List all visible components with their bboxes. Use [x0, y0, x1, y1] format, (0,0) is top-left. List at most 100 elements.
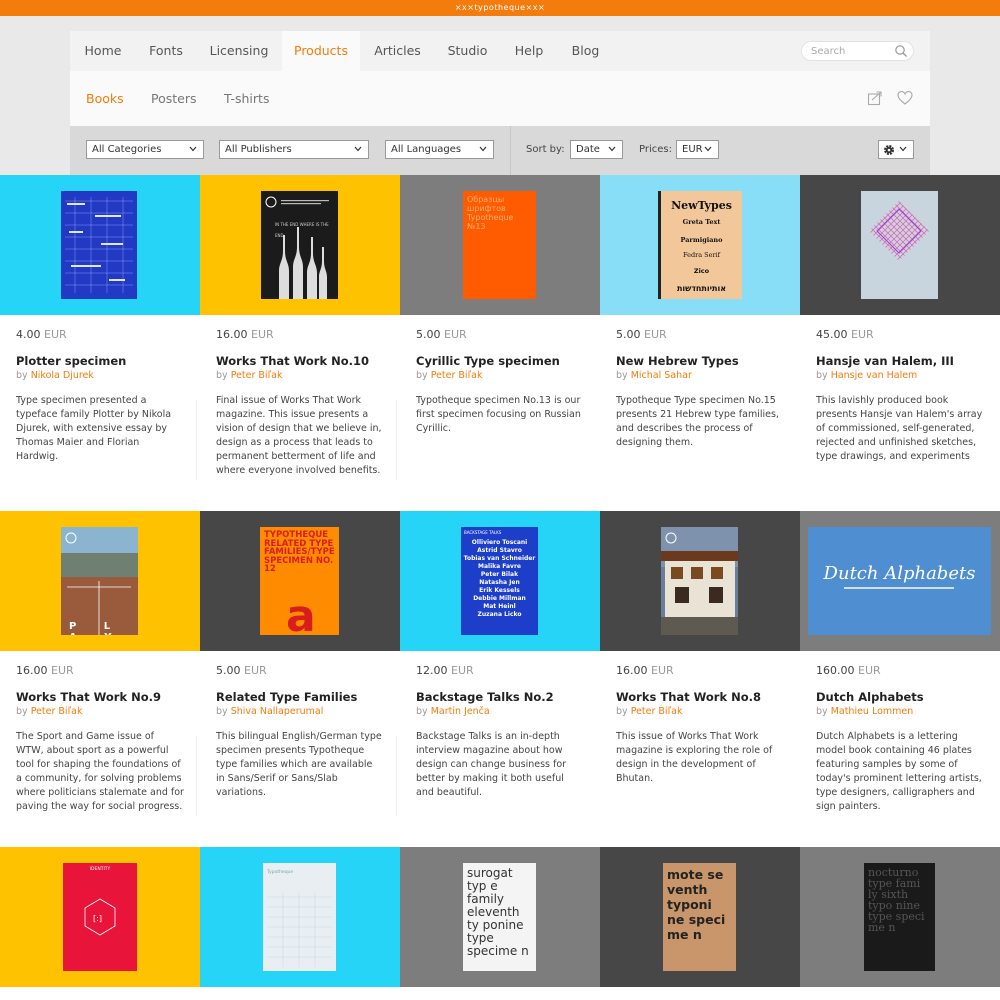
product-title[interactable]: Backstage Talks No.2	[416, 690, 584, 704]
nav-licensing[interactable]: Licensing	[196, 31, 282, 71]
book-cover: BACKSTAGE TALKS Olliviero Toscani Astrid…	[461, 527, 538, 635]
product-info: 45.00 EUR Hansje van Halem, III by Hansj…	[800, 328, 1000, 464]
publisher-select[interactable]: All Publishers	[219, 140, 369, 159]
product-title[interactable]: Works That Work No.8	[616, 690, 784, 704]
subnav-tshirts[interactable]: T-shirts	[224, 71, 269, 126]
product-image[interactable]: IN THE END WHERE IS THE END	[200, 175, 400, 315]
price: 16.00 EUR	[16, 664, 74, 677]
price: 160.00 EUR	[816, 664, 881, 677]
cover-names: Olliviero Toscani Astrid Stavro Tobias v…	[463, 539, 536, 618]
product-description: Dutch Alphabets is a lettering model boo…	[816, 731, 982, 812]
column-separator	[196, 400, 197, 480]
cover-title: IN THE END WHERE IS THE END	[275, 222, 329, 238]
product-title[interactable]: Hansje van Halem, III	[816, 354, 984, 368]
cover-title: Dutch Alphabets	[823, 563, 976, 584]
brand-bar[interactable]: ×x×typotheque×x×	[0, 0, 1000, 16]
cover-line: Parmigiano	[680, 236, 723, 244]
cover-line: Fedra Serif	[682, 251, 721, 259]
author-link[interactable]: Nikola Djurek	[31, 370, 94, 381]
book-cover: surogat typ e family eleventh ty ponine …	[463, 863, 536, 971]
author-link[interactable]: Mathieu Lommen	[831, 706, 914, 717]
product-image[interactable]	[600, 511, 800, 651]
byline: by Martin Jenča	[416, 706, 490, 717]
nav-blog[interactable]: Blog	[558, 31, 613, 71]
chevron-down-icon	[189, 146, 197, 152]
product-image[interactable]: Образцы шрифтов Typotheque №13	[400, 175, 600, 315]
chevron-down-icon	[479, 146, 487, 152]
product-image[interactable]: BACKSTAGE TALKS Olliviero Toscani Astrid…	[400, 511, 600, 651]
product-info: 16.00 EUR Works That Work No.10 by Peter…	[200, 328, 400, 478]
subnav-books[interactable]: Books	[86, 71, 124, 126]
product-image[interactable]: IDENTITY [:]	[0, 847, 200, 987]
nav-fonts[interactable]: Fonts	[136, 31, 196, 71]
nav-home[interactable]: Home	[70, 31, 136, 71]
product-image[interactable]: P L A Y	[0, 511, 200, 651]
product-description: Type specimen presented a typeface famil…	[16, 395, 172, 462]
nav-help[interactable]: Help	[500, 31, 558, 71]
nav-studio[interactable]: Studio	[435, 31, 500, 71]
author-link[interactable]: Peter Biľak	[431, 370, 483, 381]
product-image[interactable]: surogat typ e family eleventh ty ponine …	[400, 847, 600, 987]
author-link[interactable]: Peter Biľak	[631, 706, 683, 717]
brand-logo[interactable]: ×x×typotheque×x×	[455, 3, 545, 12]
product-description: This lavishly produced book presents Han…	[816, 395, 983, 462]
sport-court-photo	[61, 527, 138, 635]
product-image[interactable]: TYPOTHEQUE RELATED TYPE FAMILIES/TYPE SP…	[200, 511, 400, 651]
svg-text:a: a	[286, 591, 316, 635]
product-image[interactable]: mote se venth typoni ne speci me n	[600, 847, 800, 987]
product-image[interactable]: nocturno type fami ly sixth typo nine ty…	[800, 847, 1000, 987]
letter-a-graphic: a	[286, 591, 316, 635]
product-info: 12.00 EUR Backstage Talks No.2 by Martin…	[400, 664, 600, 800]
product-image[interactable]	[0, 175, 200, 315]
category-select[interactable]: All Categories	[86, 140, 204, 159]
heart-icon[interactable]	[897, 90, 913, 106]
product-title[interactable]: Plotter specimen	[16, 354, 184, 368]
product-description: This bilingual English/German type speci…	[216, 731, 382, 798]
product-title[interactable]: Dutch Alphabets	[816, 690, 984, 704]
sub-nav: Books Posters T-shirts	[70, 71, 930, 126]
search-box	[801, 41, 914, 61]
author-link[interactable]: Shiva Nallaperumal	[231, 706, 324, 717]
book-cover: NewTypes Greta Text Parmigiano Fedra Ser…	[658, 191, 742, 299]
product-image[interactable]: Typotheque	[200, 847, 400, 987]
share-icon[interactable]	[867, 90, 883, 106]
product-title[interactable]: Works That Work No.9	[16, 690, 184, 704]
subnav-posters[interactable]: Posters	[151, 71, 197, 126]
author-link[interactable]: Peter Biľak	[31, 706, 83, 717]
book-cover	[661, 527, 738, 635]
product-description: This issue of Works That Work magazine i…	[616, 731, 773, 784]
price: 16.00 EUR	[216, 328, 274, 341]
byline: by Michal Sahar	[616, 370, 692, 381]
author-link[interactable]: Peter Biľak	[231, 370, 283, 381]
sort-select[interactable]: Date	[570, 140, 623, 159]
author-link[interactable]: Michal Sahar	[631, 370, 692, 381]
product-description: Typotheque Type specimen No.15 presents …	[616, 395, 779, 448]
product-title[interactable]: Works That Work No.10	[216, 354, 384, 368]
product-image[interactable]: Dutch Alphabets	[800, 511, 1000, 651]
search-icon[interactable]	[894, 44, 908, 58]
currency-select[interactable]: EUR	[676, 140, 719, 159]
bottles-photo	[265, 196, 329, 299]
author-link[interactable]: Hansje van Halem	[831, 370, 918, 381]
product-title[interactable]: New Hebrew Types	[616, 354, 784, 368]
sort-value: Date	[576, 144, 600, 155]
product-description: The Sport and Game issue of WTW, about s…	[16, 731, 184, 812]
search-input[interactable]	[811, 44, 891, 58]
product-image[interactable]: NewTypes Greta Text Parmigiano Fedra Ser…	[600, 175, 800, 315]
product-title[interactable]: Cyrillic Type specimen	[416, 354, 584, 368]
book-cover: Образцы шрифтов Typotheque №13	[463, 191, 536, 299]
product-info: 16.00 EUR Works That Work No.8 by Peter …	[600, 664, 800, 786]
product-title[interactable]: Related Type Families	[216, 690, 384, 704]
filter-divider	[510, 126, 511, 175]
cover-line: Greta Text	[682, 218, 721, 226]
book-cover	[861, 191, 938, 299]
byline: by Shiva Nallaperumal	[216, 706, 324, 717]
settings-select[interactable]	[878, 140, 914, 159]
chevron-down-icon	[704, 146, 712, 152]
language-select[interactable]: All Languages	[385, 140, 494, 159]
nav-articles[interactable]: Articles	[360, 31, 435, 71]
nav-products[interactable]: Products	[282, 31, 360, 71]
author-link[interactable]: Martin Jenča	[431, 706, 490, 717]
cover-title: mote se venth typoni ne speci me n	[667, 867, 726, 942]
product-image[interactable]	[800, 175, 1000, 315]
